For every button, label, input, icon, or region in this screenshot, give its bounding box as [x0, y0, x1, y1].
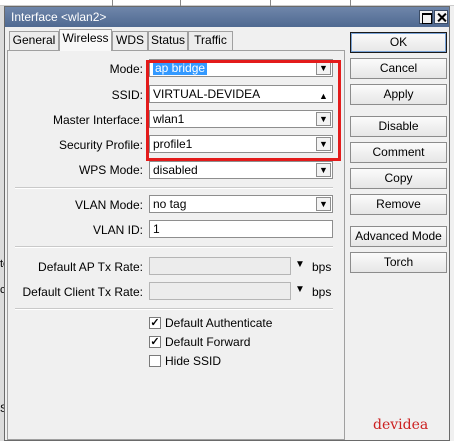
tab-general[interactable]: General [9, 31, 59, 50]
apply-button[interactable]: Apply [350, 84, 447, 105]
tab-traffic[interactable]: Traffic [188, 31, 233, 50]
vlan-mode-value: no tag [153, 197, 187, 211]
default-forward-label: Default Forward [165, 335, 251, 349]
vlan-id-input[interactable]: 1 [149, 220, 333, 238]
close-icon[interactable] [434, 10, 448, 24]
hide-ssid-label: Hide SSID [165, 354, 222, 368]
check-mark-icon: ✓ [150, 317, 160, 329]
vlan-id-label: VLAN ID: [92, 223, 143, 237]
default-authenticate-label: Default Authenticate [165, 316, 273, 330]
client-tx-rate-unit: bps [312, 285, 332, 299]
separator [15, 246, 333, 248]
ssid-label: SSID: [111, 88, 143, 102]
hide-ssid-checkbox[interactable] [149, 355, 161, 367]
vlan-mode-label: VLAN Mode: [74, 198, 143, 212]
check-mark-icon: ✓ [150, 336, 160, 348]
security-profile-label: Security Profile: [58, 138, 143, 152]
cancel-button[interactable]: Cancel [350, 58, 447, 79]
comment-button[interactable]: Comment [350, 142, 447, 163]
tab-wireless[interactable]: Wireless [59, 29, 112, 51]
default-client-tx-rate-input[interactable] [149, 282, 291, 300]
dropdown-icon[interactable]: ▼ [316, 163, 331, 177]
master-interface-label: Master Interface: [52, 113, 143, 127]
default-client-tx-rate-label: Default Client Tx Rate: [22, 285, 144, 299]
copy-button[interactable]: Copy [350, 168, 447, 189]
advanced-mode-button[interactable]: Advanced Mode [350, 226, 447, 247]
title-bar[interactable]: Interface <wlan2> [5, 7, 449, 27]
wps-mode-select[interactable]: disabled ▼ [149, 161, 333, 179]
watermark-text: devidea [373, 417, 429, 433]
window-title: Interface <wlan2> [11, 10, 107, 24]
separator [15, 187, 333, 189]
tab-status[interactable]: Status [148, 31, 188, 50]
dropdown-icon[interactable]: ▼ [295, 259, 305, 270]
torch-button[interactable]: Torch [350, 252, 447, 273]
ap-tx-rate-unit: bps [312, 260, 332, 274]
mode-label: Mode: [109, 62, 143, 76]
default-forward-checkbox[interactable]: ✓ [149, 336, 161, 348]
vlan-id-value: 1 [153, 222, 160, 236]
vlan-mode-select[interactable]: no tag ▼ [149, 195, 333, 213]
ok-button[interactable]: OK [350, 32, 447, 53]
tab-wds[interactable]: WDS [112, 31, 148, 50]
highlight-box [146, 60, 341, 161]
dropdown-icon[interactable]: ▼ [295, 284, 305, 295]
separator [15, 308, 333, 310]
default-ap-tx-rate-input[interactable] [149, 257, 291, 275]
disable-button[interactable]: Disable [350, 116, 447, 137]
dropdown-icon[interactable]: ▼ [316, 197, 331, 211]
remove-button[interactable]: Remove [350, 194, 447, 215]
wps-mode-label: WPS Mode: [78, 163, 143, 177]
wps-mode-value: disabled [153, 163, 198, 177]
interface-dialog: Interface <wlan2> General Wireless WDS S… [4, 6, 450, 441]
default-ap-tx-rate-label: Default AP Tx Rate: [38, 260, 143, 274]
maximize-icon[interactable] [419, 10, 433, 24]
default-authenticate-checkbox[interactable]: ✓ [149, 317, 161, 329]
